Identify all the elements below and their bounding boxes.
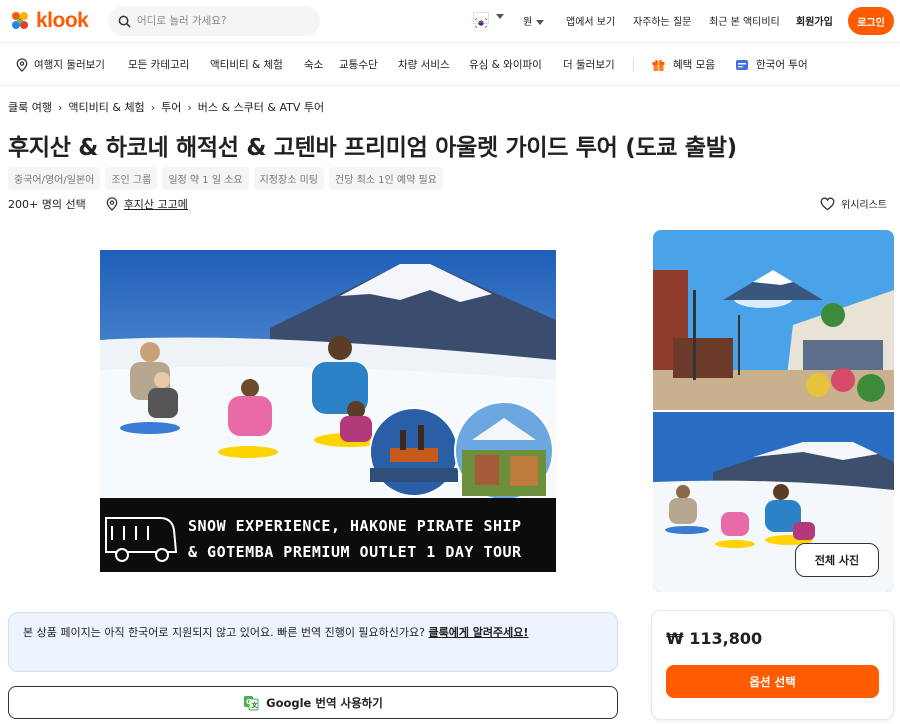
- app-download-link[interactable]: 앱에서 보기: [566, 13, 615, 28]
- breadcrumb: 클룩 여행 › 액티비티 & 체험 › 투어 › 버스 & 스쿠터 & ATV …: [8, 99, 324, 115]
- product-tags: 중국어/영어/일본어 조인 그룹 일정 약 1 일 소요 지정장소 미팅 건당 …: [8, 167, 443, 190]
- nav-label: 혜택 모음: [673, 59, 715, 71]
- banner-line-1: SNOW EXPERIENCE, HAKONE PIRATE SHIP: [188, 517, 522, 535]
- breadcrumb-item[interactable]: 투어: [161, 99, 181, 115]
- chevron-down-icon: [496, 13, 504, 19]
- klook-logo-icon: [12, 12, 28, 29]
- tag-min-booking: 건당 최소 1인 예약 필요: [329, 167, 443, 190]
- language-dropdown[interactable]: [492, 11, 504, 22]
- nav-car-service[interactable]: 차량 서비스: [398, 57, 450, 72]
- signup-link[interactable]: 회원가입: [796, 13, 833, 28]
- notice-text: 본 상품 페이지는 아직 한국어로 지원되지 않고 있어요. 빠른 번역 진행이…: [23, 626, 429, 639]
- location-pin-icon: [16, 57, 28, 72]
- heart-icon: [820, 197, 835, 210]
- google-translate-label: Google 번역 사용하기: [266, 695, 383, 710]
- google-translate-button[interactable]: G 文 Google 번역 사용하기: [8, 686, 618, 719]
- tag-duration: 일정 약 1 일 소요: [162, 167, 249, 190]
- nav-stays[interactable]: 숙소: [304, 57, 323, 72]
- breadcrumb-item[interactable]: 클룩 여행: [8, 99, 52, 115]
- selection-count: 200+ 명의 선택: [8, 198, 86, 211]
- nav-transport[interactable]: 교통수단: [339, 57, 378, 72]
- location-pin-icon: [106, 197, 118, 211]
- banner-line-2: & GOTEMBA PREMIUM OUTLET 1 DAY TOUR: [188, 543, 522, 561]
- login-button[interactable]: 로그인: [848, 7, 894, 35]
- wishlist-label: 위시리스트: [841, 200, 887, 211]
- google-translate-icon: G 文: [244, 695, 259, 710]
- translation-notice: 본 상품 페이지는 아직 한국어로 지원되지 않고 있어요. 빠른 번역 진행이…: [8, 612, 618, 672]
- chevron-right-icon: ›: [187, 100, 192, 114]
- tag-meeting: 지정장소 미팅: [253, 167, 324, 190]
- nav-activities[interactable]: 액티비티 & 체험: [210, 57, 283, 72]
- klook-logo[interactable]: klook: [8, 8, 89, 34]
- tour-banner-image: SNOW EXPERIENCE, HAKONE PIRATE SHIP & GO…: [100, 250, 556, 572]
- breadcrumb-item[interactable]: 버스 & 스쿠터 & ATV 투어: [198, 99, 324, 115]
- svg-text:文: 文: [251, 701, 259, 709]
- category-nav: 여행지 둘러보기 모든 카테고리 액티비티 & 체험 숙소 교통수단 차량 서비…: [0, 42, 900, 86]
- nav-all-categories[interactable]: 모든 카테고리: [128, 57, 189, 72]
- nav-sim-wifi[interactable]: 유심 & 와이파이: [469, 57, 542, 72]
- nav-destinations[interactable]: 여행지 둘러보기: [16, 57, 105, 72]
- chevron-right-icon: ›: [57, 100, 63, 114]
- booking-card: ₩ 113,800 옵션 선택: [651, 610, 894, 720]
- product-meta: 200+ 명의 선택 후지산 고고메: [8, 196, 188, 212]
- tag-languages: 중국어/영어/일본어: [8, 167, 101, 190]
- main-product-image[interactable]: SNOW EXPERIENCE, HAKONE PIRATE SHIP & GO…: [100, 250, 556, 572]
- view-all-photos-button[interactable]: 전체 사진: [795, 543, 879, 577]
- outlet-photo: [653, 230, 894, 410]
- chevron-down-icon: [536, 19, 545, 25]
- location-label: 후지산 고고메: [123, 198, 188, 211]
- tag-group: 조인 그룹: [105, 167, 158, 190]
- logo-text: klook: [36, 9, 89, 32]
- nav-promotions[interactable]: 혜택 모음: [651, 57, 715, 72]
- faq-link[interactable]: 자주하는 질문: [633, 13, 691, 28]
- price-label: ₩ 113,800: [666, 629, 763, 648]
- currency-dropdown[interactable]: 원: [523, 13, 545, 28]
- nav-divider: [633, 58, 634, 72]
- top-header: klook 원 앱에서 보기 자주하는 질문 최근 본 액티비티 회원가입 로그…: [0, 0, 900, 42]
- korea-flag-icon[interactable]: [473, 12, 489, 28]
- korean-tour-icon: [736, 59, 748, 70]
- location-link[interactable]: 후지산 고고메: [106, 196, 188, 212]
- nav-more[interactable]: 더 둘러보기: [563, 57, 615, 72]
- search-input[interactable]: [137, 15, 307, 27]
- nav-korean-tours[interactable]: 한국어 투어: [735, 57, 808, 72]
- wishlist-button[interactable]: 위시리스트: [820, 196, 887, 211]
- currency-label: 원: [523, 17, 533, 28]
- gallery-image-outlet[interactable]: [653, 230, 894, 410]
- breadcrumb-item[interactable]: 액티비티 & 체험: [68, 99, 144, 115]
- search-bar[interactable]: [108, 6, 320, 36]
- product-title: 후지산 & 하코네 해적선 & 고텐바 프리미엄 아울렛 가이드 투어 (도쿄 …: [8, 135, 737, 161]
- nav-label: 여행지 둘러보기: [34, 59, 105, 71]
- nav-label: 한국어 투어: [756, 59, 808, 71]
- recently-viewed-link[interactable]: 최근 본 액티비티: [709, 13, 780, 28]
- chevron-right-icon: ›: [150, 100, 156, 114]
- notify-klook-link[interactable]: 클룩에게 알려주세요!: [429, 626, 529, 639]
- select-option-button[interactable]: 옵션 선택: [666, 665, 879, 698]
- gift-icon: [652, 59, 665, 71]
- search-icon: [118, 15, 131, 28]
